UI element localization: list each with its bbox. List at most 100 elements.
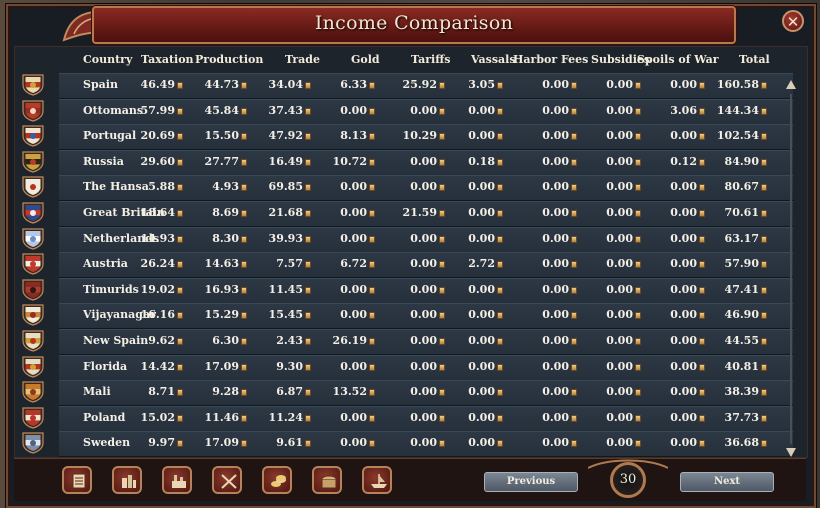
cell-value: 16.49 (268, 154, 303, 168)
country-shield-icon[interactable] (21, 381, 45, 403)
cell-value: 0.00 (606, 78, 633, 91)
scroll-down-arrow-icon[interactable] (786, 448, 796, 457)
cell-total: 46.90 (725, 308, 767, 321)
table-row[interactable]: Great Britain 18.64 8.69 21.68 0.00 21.59 0.00… (15, 201, 793, 227)
ducat-coin-icon (699, 107, 705, 115)
buildings-button[interactable] (112, 466, 142, 494)
cell-value: 0.00 (468, 385, 495, 399)
table-row[interactable]: Mali 8.71 9.28 6.87 13.52 0.00 0.00 0.00 0.00 0.0… (15, 380, 793, 407)
cell-production: 16.93 (205, 283, 247, 296)
cell-spoils: 0.00 (670, 129, 705, 142)
country-shield-icon[interactable] (21, 253, 45, 275)
scrollbar[interactable] (786, 80, 796, 460)
header-spoils-of-war[interactable]: Spoils of War (637, 53, 719, 66)
cell-vassals: 0.00 (468, 334, 503, 347)
ducat-coin-icon (761, 107, 767, 115)
ducat-coin-icon (439, 286, 445, 294)
table-row[interactable]: Vijayanagar 16.16 15.29 15.45 0.00 0.00 0.00 0.… (15, 303, 793, 330)
country-shield-icon[interactable] (21, 330, 45, 352)
cell-value: 0.00 (542, 103, 569, 117)
ducat-coin-icon (369, 184, 375, 192)
header-gold[interactable]: Gold (351, 53, 380, 66)
coins-button[interactable] (262, 466, 292, 494)
cell-harbor: 0.00 (542, 78, 577, 91)
scroll-track[interactable] (790, 94, 792, 444)
cell-subsidies: 0.00 (606, 308, 641, 321)
table-row[interactable]: Spain 46.49 44.73 34.04 6.33 25.92 3.05 0.00 0.0… (15, 73, 793, 99)
country-shield-icon[interactable] (21, 125, 45, 147)
cell-value: 0.00 (606, 385, 633, 399)
country-shield-icon[interactable] (21, 151, 45, 173)
table-row[interactable]: Austria 26.24 14.63 7.57 6.72 0.00 2.72 0.00 0.0… (15, 252, 793, 279)
cell-harbor: 0.00 (542, 334, 577, 347)
table-row[interactable]: Netherlands 14.93 8.30 39.93 0.00 0.00 0.00 0.0… (15, 226, 793, 253)
crossed-swords-button[interactable] (212, 466, 242, 494)
cell-value: 0.00 (468, 282, 495, 296)
cell-value: 0.00 (542, 231, 569, 245)
ducat-coin-icon (439, 133, 445, 141)
cell-value: 0.00 (606, 206, 633, 219)
cell-gold: 8.13 (340, 129, 375, 142)
cell-value: 26.24 (140, 257, 175, 271)
ducat-coin-icon (177, 440, 183, 448)
cell-subsidies: 0.00 (606, 78, 641, 91)
country-shield-icon[interactable] (21, 304, 45, 327)
country-shield-icon[interactable] (21, 432, 45, 455)
cell-value: 0.00 (468, 129, 495, 143)
country-shield-icon[interactable] (21, 99, 45, 122)
table-row[interactable]: Florida 14.42 17.09 9.30 0.00 0.00 0.00 0.00 0.0… (15, 354, 793, 381)
table-row[interactable]: Timurids 19.02 16.93 11.45 0.00 0.00 0.00 0.00 0… (15, 277, 793, 304)
scroll-up-arrow-icon[interactable] (786, 80, 796, 89)
country-shield-icon[interactable] (21, 355, 45, 378)
cell-value: 0.00 (340, 436, 367, 450)
cell-vassals: 0.00 (468, 308, 503, 321)
cell-gold: 0.00 (340, 180, 375, 193)
country-shield-icon[interactable] (21, 407, 45, 429)
table-row[interactable]: Sweden 9.97 17.09 9.61 0.00 0.00 0.00 0.00 0.00 0… (15, 431, 793, 458)
factory-button[interactable] (162, 466, 192, 494)
country-shield-icon[interactable] (21, 176, 45, 199)
header-country[interactable]: Country (83, 53, 132, 66)
ducat-coin-icon (635, 184, 641, 192)
header-trade[interactable]: Trade (285, 53, 320, 66)
cell-value: 46.49 (140, 78, 175, 91)
header-tariffs[interactable]: Tariffs (411, 53, 450, 66)
cell-value: 0.00 (468, 334, 495, 347)
close-button[interactable]: ✕ (782, 10, 804, 32)
country-shield-icon[interactable] (21, 227, 45, 250)
cell-taxation: 9.97 (148, 436, 183, 449)
ducat-coin-icon (497, 210, 503, 217)
country-shield-icon[interactable] (21, 74, 45, 96)
country-shield-icon[interactable] (21, 279, 45, 301)
ship-button[interactable] (362, 466, 392, 494)
cell-vassals: 0.00 (468, 232, 503, 245)
header-vassals[interactable]: Vassals (471, 53, 516, 66)
header-taxation[interactable]: Taxation (141, 53, 194, 66)
table-row[interactable]: Russia 29.60 27.77 16.49 10.72 0.00 0.18 0.00 0.… (15, 149, 793, 176)
table-row[interactable]: New Spain 9.62 6.30 2.43 26.19 0.00 0.00 0.00 0.… (15, 329, 793, 355)
cell-value: 0.00 (670, 129, 697, 143)
header-total[interactable]: Total (739, 53, 770, 66)
cell-vassals: 0.00 (468, 206, 503, 219)
next-button[interactable]: Next (680, 472, 774, 492)
table-row[interactable]: Poland 15.02 11.46 11.24 0.00 0.00 0.00 0.00 0.0… (15, 405, 793, 432)
chest-button[interactable] (312, 466, 342, 494)
cell-taxation: 57.99 (141, 104, 183, 117)
table-row[interactable]: Ottomans 57.99 45.84 37.43 0.00 0.00 0.00 0.00 0… (15, 98, 793, 125)
previous-button[interactable]: Previous (484, 472, 578, 492)
header-harbor-fees[interactable]: Harbor Fees (513, 53, 588, 66)
table-row[interactable]: Portugal 20.69 15.50 47.92 8.13 10.29 0.00 0.00… (15, 124, 793, 151)
cell-value: 0.00 (606, 410, 633, 424)
cell-value: 0.00 (542, 385, 569, 399)
cell-gold: 26.19 (333, 334, 375, 347)
ducat-coin-icon (497, 261, 503, 269)
ledger-button[interactable] (62, 466, 92, 494)
cell-country: Mali (83, 385, 111, 399)
ledger-icon (72, 473, 86, 489)
header-production[interactable]: Production (195, 53, 263, 66)
ducat-coin-icon (635, 440, 641, 448)
ducat-coin-icon (571, 414, 577, 422)
table-row[interactable]: The Hansa 5.88 4.93 69.85 0.00 0.00 0.00 0.00 0.… (15, 175, 793, 202)
ducat-coin-icon (241, 82, 247, 89)
country-shield-icon[interactable] (21, 202, 45, 224)
